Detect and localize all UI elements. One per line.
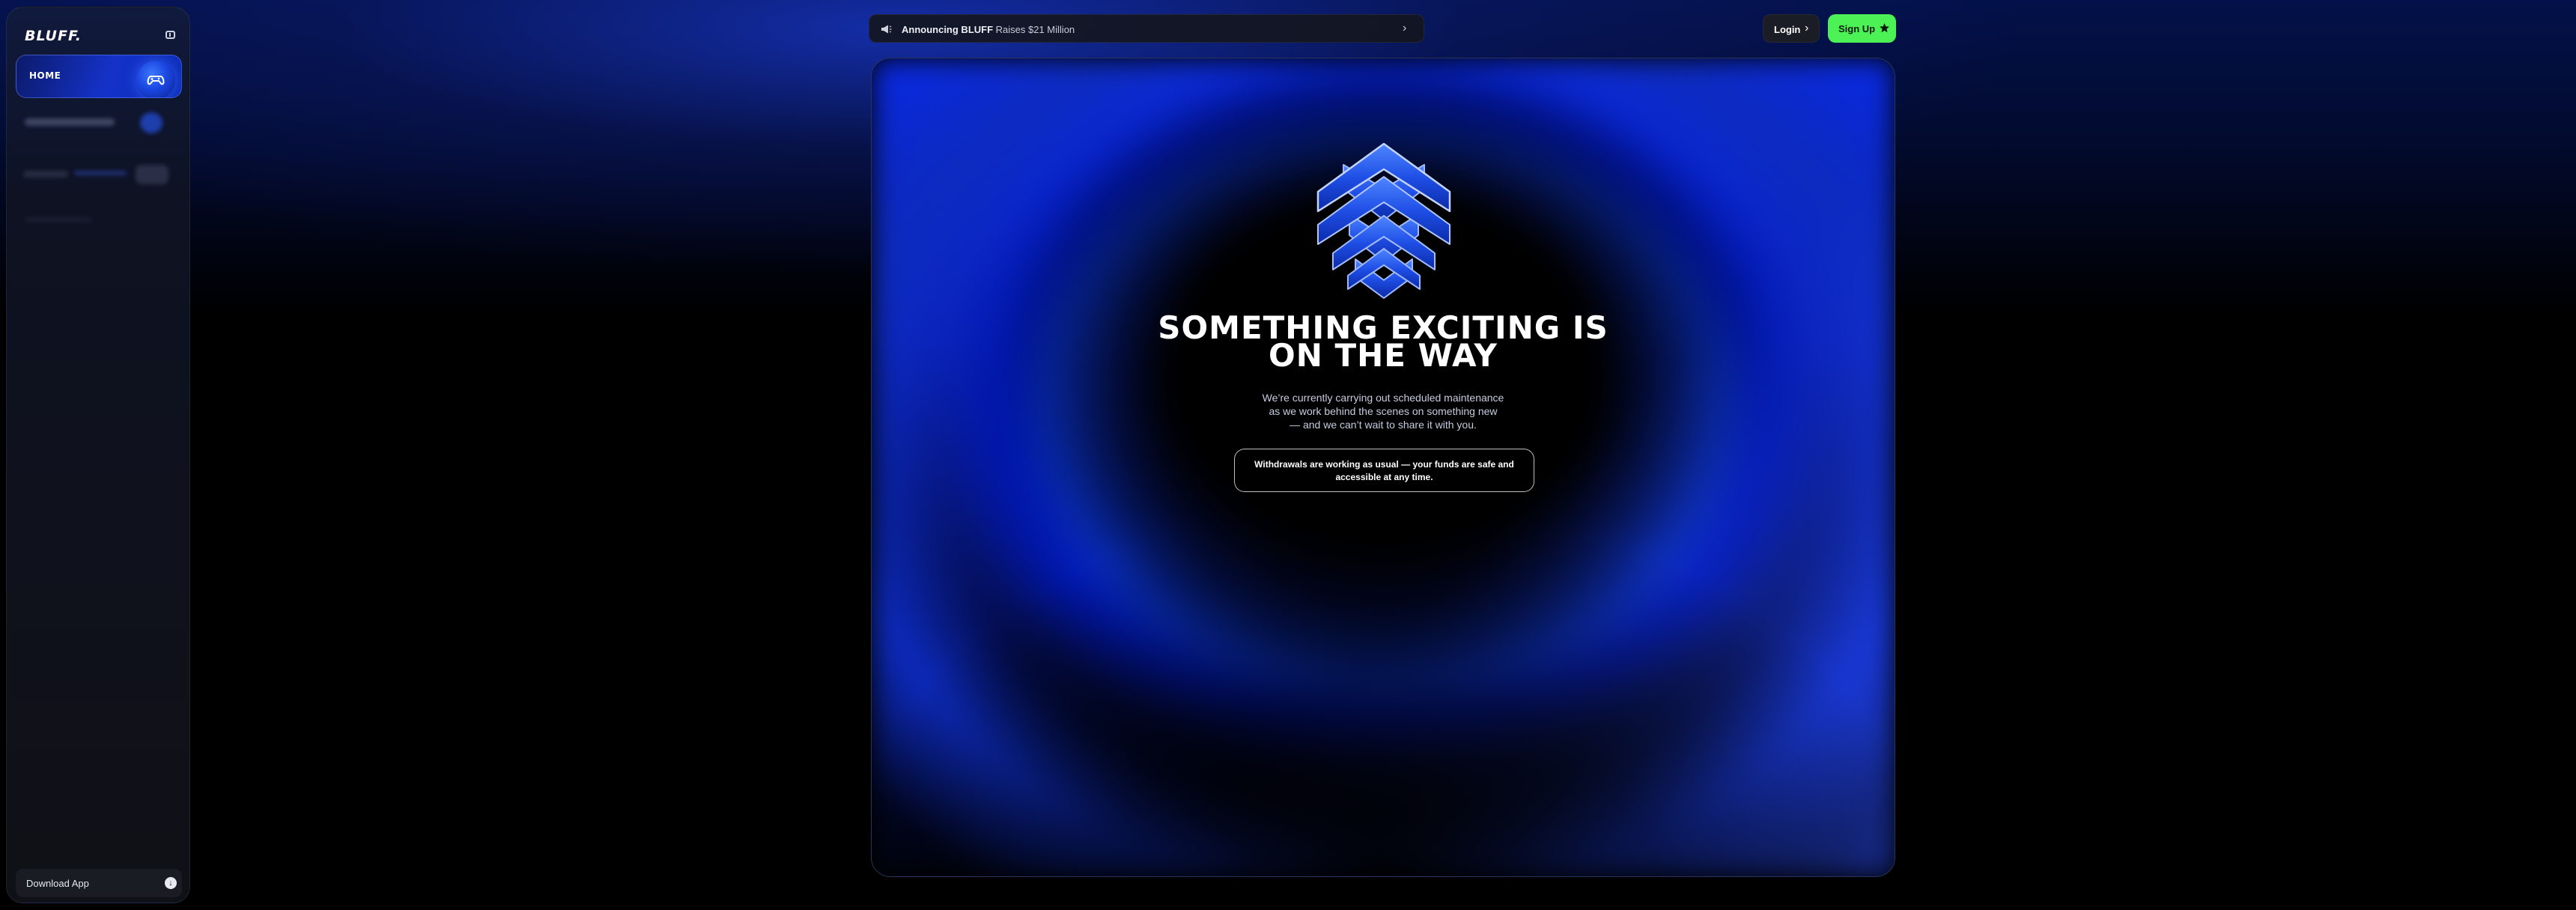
- megaphone-icon: [881, 25, 892, 34]
- hero-description-line: We’re currently carrying out scheduled m…: [1262, 392, 1504, 404]
- hero-title-line-2: ON THE WAY: [1269, 337, 1498, 374]
- gamepad-icon: [136, 61, 175, 97]
- signup-label: Sign Up: [1838, 23, 1876, 34]
- hero-description-line: as we work behind the scenes on somethin…: [1269, 405, 1498, 417]
- withdrawal-notice-line: Withdrawals are working as usual — your …: [1254, 459, 1514, 470]
- login-button[interactable]: Login ›: [1763, 14, 1820, 43]
- chevron-right-icon: ›: [1805, 22, 1809, 34]
- withdrawal-notice: Withdrawals are working as usual — your …: [1234, 449, 1534, 492]
- blurred-nav-item: [25, 118, 115, 126]
- announcement-prefix: Announcing BLUFF: [902, 24, 994, 35]
- withdrawal-notice-line: accessible at any time.: [1335, 472, 1433, 482]
- hero-title: SOMETHING EXCITING IS ON THE WAY: [872, 312, 1895, 374]
- sidebar-collapse-icon[interactable]: [165, 31, 175, 39]
- announcement-banner[interactable]: Announcing BLUFF Raises $21 Million ›: [869, 14, 1424, 43]
- login-label: Login: [1774, 24, 1801, 35]
- blurred-nav-item: [23, 171, 68, 178]
- announcement-suffix: Raises $21 Million: [995, 24, 1075, 35]
- blurred-nav-item: [25, 217, 92, 222]
- blurred-nav-icon: [140, 112, 162, 133]
- logo[interactable]: BLUFF.: [25, 28, 82, 44]
- download-app-label: Download App: [26, 878, 89, 889]
- triple-chevron-up-icon: [1316, 142, 1451, 299]
- announcement-text: Announcing BLUFF Raises $21 Million: [902, 24, 1075, 35]
- sidebar-item-label: HOME: [29, 70, 61, 81]
- star-badge-icon: [1880, 23, 1889, 33]
- download-icon: ↓: [165, 877, 177, 889]
- sidebar-item-home[interactable]: HOME: [16, 55, 182, 98]
- download-app-button[interactable]: Download App ↓: [16, 869, 182, 897]
- maintenance-hero-card: SOMETHING EXCITING IS ON THE WAY We’re c…: [871, 58, 1895, 877]
- blurred-nav-icon: [136, 165, 168, 184]
- sidebar: BLUFF. HOME Download App ↓: [6, 7, 190, 903]
- blurred-nav-item: [74, 171, 127, 175]
- hero-description-line: — and we can’t wait to share it with you…: [1289, 419, 1477, 431]
- chevron-right-icon: ›: [1403, 22, 1407, 34]
- signup-button[interactable]: Sign Up: [1828, 14, 1896, 43]
- hero-description: We’re currently carrying out scheduled m…: [872, 391, 1895, 431]
